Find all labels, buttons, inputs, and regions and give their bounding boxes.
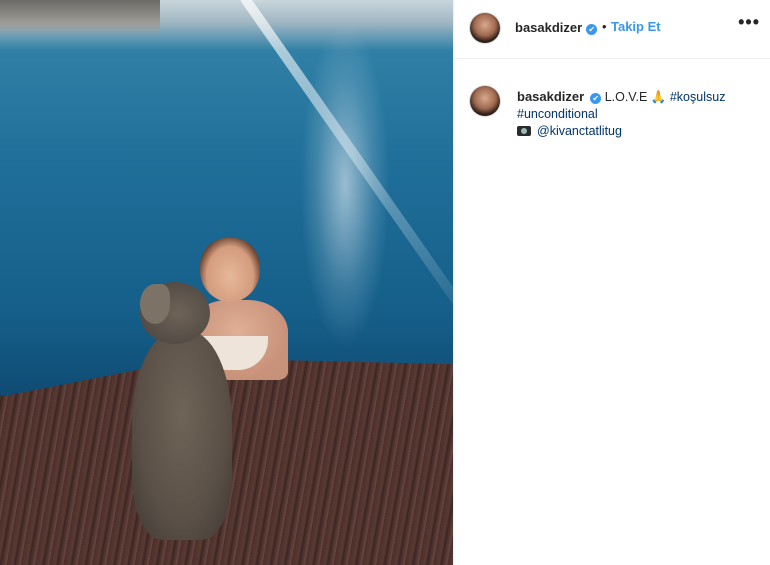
woman-head: [200, 238, 260, 302]
verified-icon: ✔: [586, 24, 598, 35]
caption-body: L.O.V.E: [604, 90, 648, 104]
more-options-icon[interactable]: •••: [738, 12, 760, 33]
username-link[interactable]: basakdizer ✔: [515, 20, 598, 35]
mention-link[interactable]: @kivanctatlitug: [537, 124, 622, 138]
username-text[interactable]: basakdizer: [515, 20, 582, 35]
camera-icon: [517, 126, 531, 136]
post-header: basakdizer ✔ • Takip Et •••: [454, 0, 770, 59]
dog-body: [132, 330, 232, 540]
caption-verified-icon: ✔: [590, 93, 602, 104]
caption-text: basakdizer ✔ L.O.V.E 🙏 #koşulsuz #uncondi…: [517, 88, 757, 140]
caption-area: basakdizer ✔ L.O.V.E 🙏 #koşulsuz #uncondi…: [454, 59, 770, 565]
rocks: [0, 0, 160, 36]
hashtag-kosulsuz[interactable]: #koşulsuz: [670, 90, 726, 104]
caption-avatar[interactable]: [470, 86, 500, 116]
avatar[interactable]: [470, 13, 500, 43]
post-photo[interactable]: [0, 0, 453, 565]
separator-dot: •: [602, 19, 607, 34]
pray-emoji: 🙏: [650, 90, 667, 104]
hashtag-unconditional[interactable]: #unconditional: [517, 107, 598, 121]
follow-button[interactable]: Takip Et: [611, 19, 661, 34]
caption-username[interactable]: basakdizer: [517, 89, 584, 104]
dog-ear: [140, 284, 170, 324]
